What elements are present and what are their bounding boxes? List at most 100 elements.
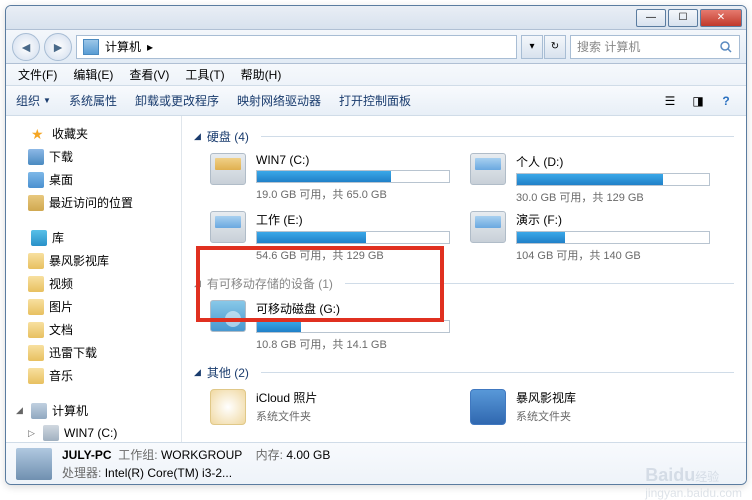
sidebar-favorites[interactable]: ★收藏夹 [12,122,177,145]
drive-capacity: 54.6 GB 可用，共 129 GB [256,247,450,263]
sidebar-computer[interactable]: ◢计算机 [12,399,177,422]
item-name: 暴风影视库 [516,389,576,406]
back-button[interactable]: ◄ [12,33,40,61]
recent-icon [28,195,44,211]
pc-name: JULY-PC [62,448,112,462]
desktop-icon [28,172,44,188]
capacity-bar [516,173,710,186]
capacity-bar [256,231,450,244]
toolbar: 组织▼ 系统属性 卸载或更改程序 映射网络驱动器 打开控制面板 ☰ ◨ ? [6,86,746,116]
folder-icon [28,253,44,269]
capacity-bar [516,231,710,244]
sidebar-xunlei[interactable]: 迅雷下载 [24,341,177,364]
menu-bar: 文件(F) 编辑(E) 查看(V) 工具(T) 帮助(H) [6,64,746,86]
expand-icon[interactable]: ▷ [28,428,38,439]
drive-capacity: 10.8 GB 可用，共 14.1 GB [256,336,450,352]
close-button[interactable]: ✕ [700,9,742,27]
system-props-button[interactable]: 系统属性 [69,92,117,109]
address-dropdown[interactable]: ▾ [521,35,543,59]
map-drive-button[interactable]: 映射网络驱动器 [237,92,321,109]
capacity-bar [256,170,450,183]
menu-help[interactable]: 帮助(H) [235,64,288,85]
address-bar[interactable]: 计算机 ▸ [76,35,517,59]
status-bar: JULY-PC 工作组: WORKGROUP 内存: 4.00 GB 处理器: … [6,442,746,484]
item-sub: 系统文件夹 [516,408,576,424]
drive-name: 个人 (D:) [516,153,710,170]
drive-0[interactable]: WIN7 (C:) 19.0 GB 可用，共 65.0 GB [210,153,450,205]
drive-capacity: 30.0 GB 可用，共 129 GB [516,189,710,205]
drive-usb[interactable]: 可移动磁盘 (G:) 10.8 GB 可用，共 14.1 GB [210,300,450,352]
folder-icon [28,368,44,384]
breadcrumb-sep-icon[interactable]: ▸ [147,40,153,54]
group-other[interactable]: ◢其他 (2) [194,364,734,381]
sidebar-music[interactable]: 音乐 [24,364,177,387]
collapse-icon: ◢ [194,131,201,142]
folder-icon [28,276,44,292]
hdd-icon [210,211,246,243]
watermark: Baidu经验 jingyan.baidu.com [645,465,742,500]
drive-name: 演示 (F:) [516,211,710,228]
help-button[interactable]: ? [716,91,736,111]
drive-name: 可移动磁盘 (G:) [256,300,450,317]
menu-tools[interactable]: 工具(T) [179,64,230,85]
item-sub: 系统文件夹 [256,408,317,424]
sidebar-videos[interactable]: 视频 [24,272,177,295]
chevron-down-icon: ▼ [43,96,51,105]
hdd-icon [210,153,246,185]
sidebar-pictures[interactable]: 图片 [24,295,177,318]
search-icon [719,40,733,54]
folder-icon [28,322,44,338]
drive-name: 工作 (E:) [256,211,450,228]
search-placeholder: 搜索 计算机 [577,38,640,55]
library-icon [31,230,47,246]
sidebar: ★收藏夹 下载 桌面 最近访问的位置 库 暴风影视库 视频 图片 文档 迅雷下载… [6,116,182,442]
view-mode-button[interactable]: ☰ [660,91,680,111]
usb-drive-icon [210,300,246,332]
sidebar-baofeng[interactable]: 暴风影视库 [24,249,177,272]
forward-button[interactable]: ► [44,33,72,61]
group-hdd[interactable]: ◢硬盘 (4) [194,128,734,145]
icloud-icon [210,389,246,425]
breadcrumb[interactable]: 计算机 [105,38,141,55]
sidebar-desktop[interactable]: 桌面 [24,168,177,191]
titlebar: — ☐ ✕ [6,6,746,30]
control-panel-button[interactable]: 打开控制面板 [339,92,411,109]
folder-icon [28,345,44,361]
disk-icon [43,425,59,441]
collapse-icon: ◢ [194,367,201,378]
item-baofeng[interactable]: 暴风影视库系统文件夹 [470,389,710,425]
drive-capacity: 19.0 GB 可用，共 65.0 GB [256,186,450,202]
maximize-button[interactable]: ☐ [668,9,698,27]
drive-name: WIN7 (C:) [256,153,450,167]
minimize-button[interactable]: — [636,9,666,27]
item-icloud[interactable]: iCloud 照片系统文件夹 [210,389,450,425]
drive-3[interactable]: 演示 (F:) 104 GB 可用，共 140 GB [470,211,710,263]
computer-icon [83,39,99,55]
computer-icon [31,403,47,419]
drive-2[interactable]: 工作 (E:) 54.6 GB 可用，共 129 GB [210,211,450,263]
computer-large-icon [16,448,52,480]
sidebar-drive-c[interactable]: ▷WIN7 (C:) [24,422,177,442]
group-removable[interactable]: ◢有可移动存储的设备 (1) [194,275,734,292]
expand-icon[interactable]: ◢ [16,405,26,416]
organize-button[interactable]: 组织▼ [16,92,51,109]
sidebar-libraries[interactable]: 库 [12,226,177,249]
menu-edit[interactable]: 编辑(E) [67,64,119,85]
download-icon [28,149,44,165]
drive-1[interactable]: 个人 (D:) 30.0 GB 可用，共 129 GB [470,153,710,205]
star-icon: ★ [31,126,47,142]
nav-bar: ◄ ► 计算机 ▸ ▾ ↻ 搜索 计算机 [6,30,746,64]
item-name: iCloud 照片 [256,389,317,406]
preview-pane-button[interactable]: ◨ [688,91,708,111]
menu-file[interactable]: 文件(F) [12,64,63,85]
uninstall-button[interactable]: 卸载或更改程序 [135,92,219,109]
sidebar-recent[interactable]: 最近访问的位置 [24,191,177,214]
sidebar-downloads[interactable]: 下载 [24,145,177,168]
menu-view[interactable]: 查看(V) [123,64,175,85]
collapse-icon: ◢ [194,278,201,289]
search-input[interactable]: 搜索 计算机 [570,35,740,59]
sidebar-documents[interactable]: 文档 [24,318,177,341]
refresh-button[interactable]: ↻ [544,35,566,59]
main-content: ◢硬盘 (4) WIN7 (C:) 19.0 GB 可用，共 65.0 GB 个… [182,116,746,442]
capacity-bar [256,320,450,333]
